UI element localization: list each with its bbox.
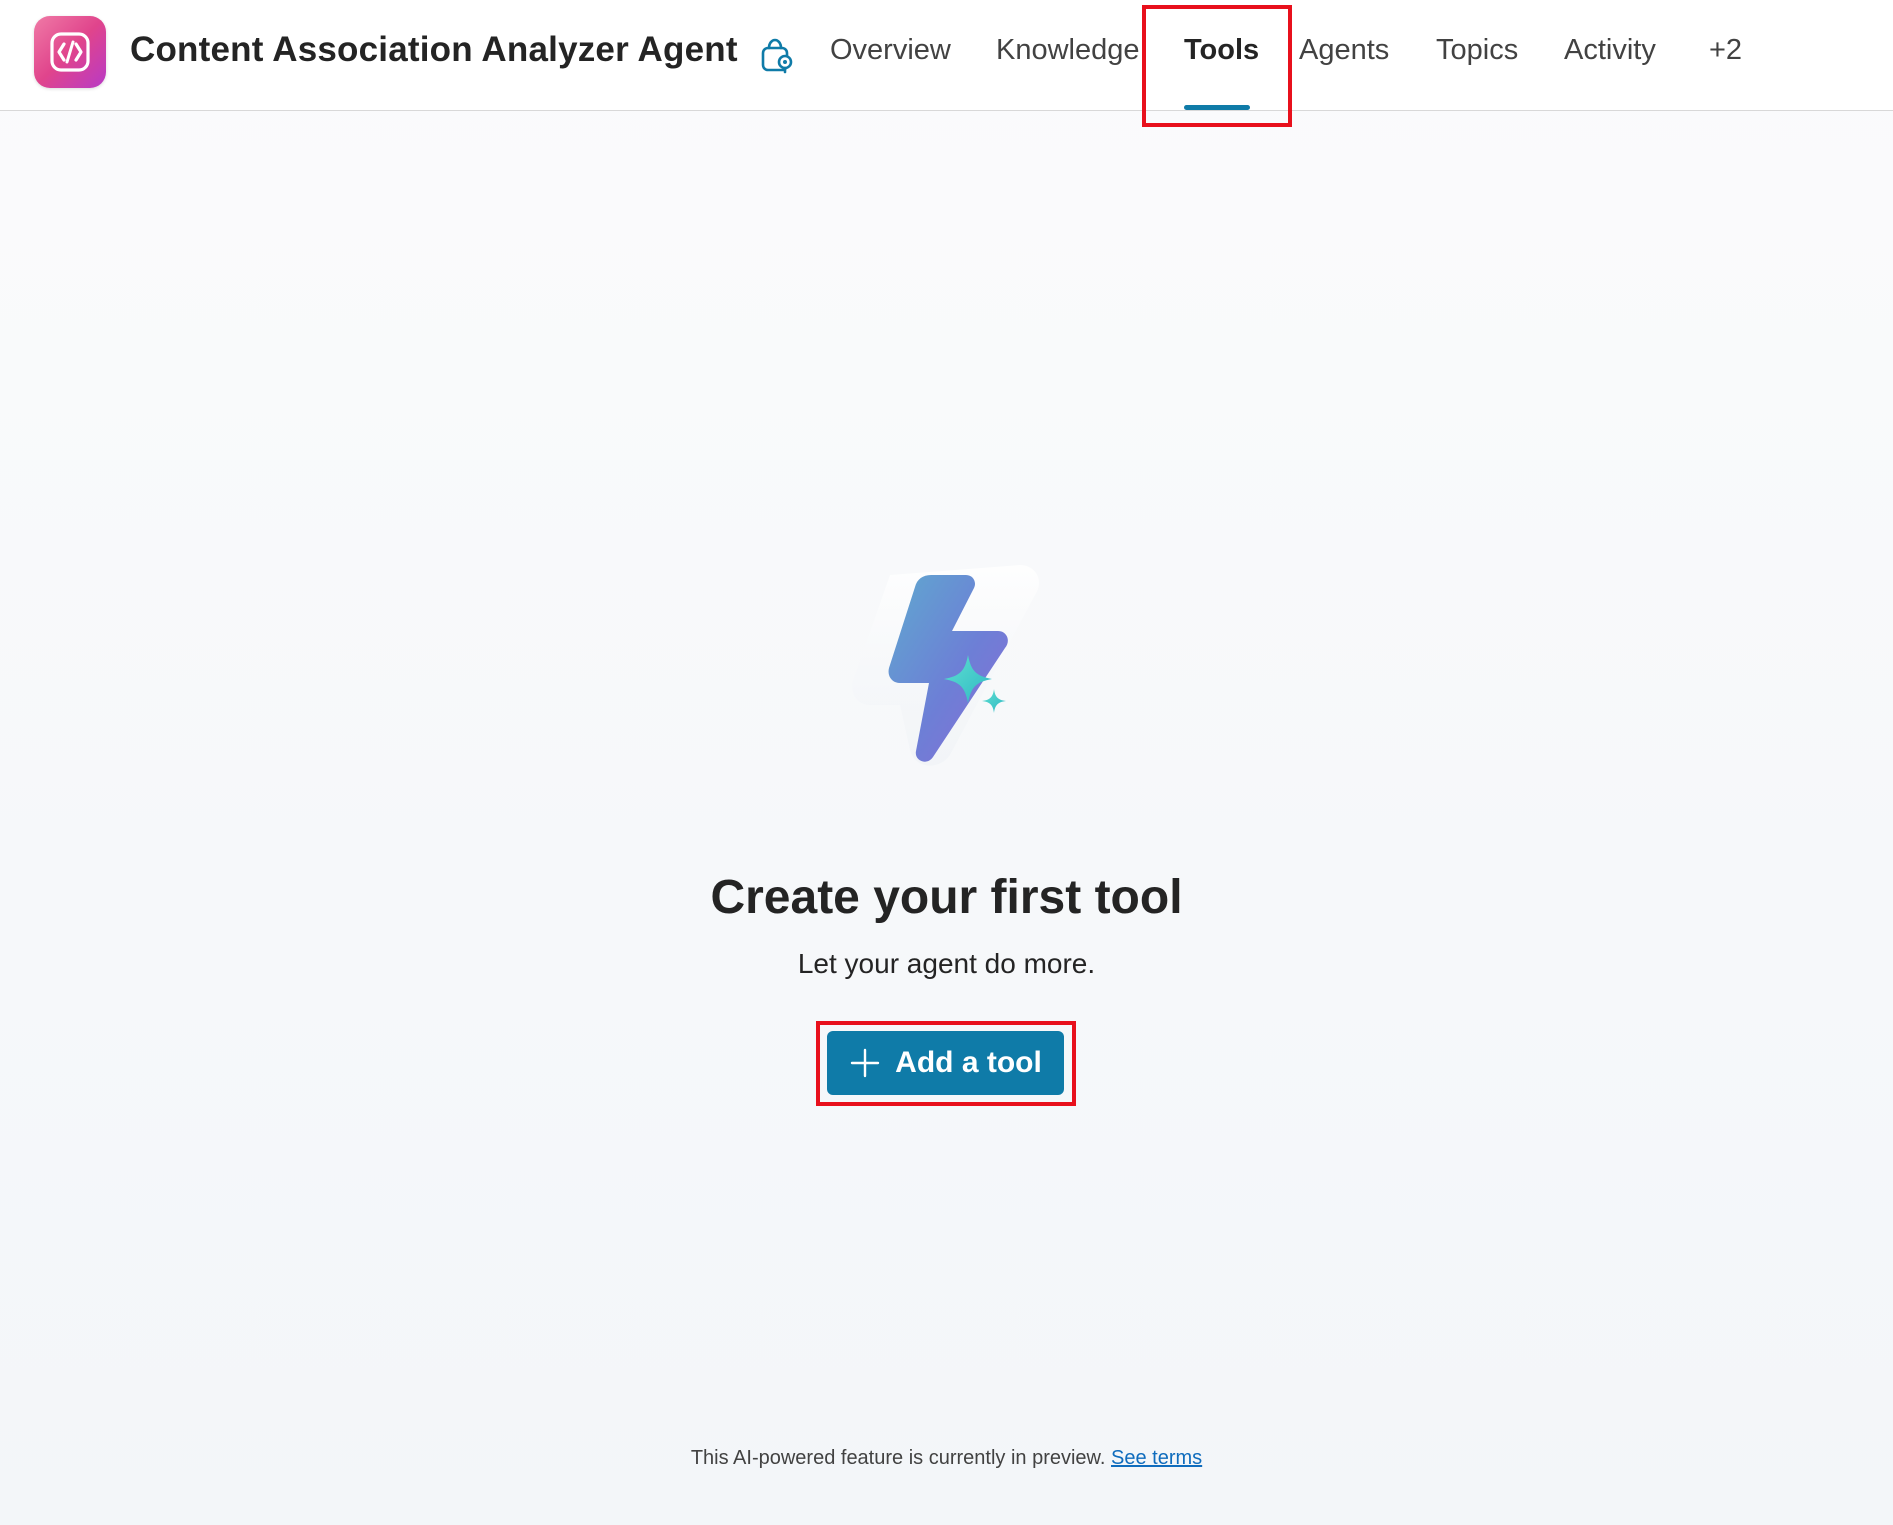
tab-agents[interactable]: Agents [1299,34,1389,67]
see-terms-link[interactable]: See terms [1111,1447,1202,1469]
tab-more[interactable]: +2 [1709,34,1742,67]
agent-app-icon [34,16,106,88]
lightning-sparkle-icon [852,565,1040,766]
tab-knowledge[interactable]: Knowledge [996,34,1140,67]
add-tool-button[interactable]: Add a tool [827,1031,1064,1095]
preview-notice: This AI-powered feature is currently in … [0,1447,1893,1470]
tab-tools[interactable]: Tools [1184,34,1259,67]
bag-settings-icon[interactable] [758,36,796,74]
preview-notice-text: This AI-powered feature is currently in … [690,1447,1106,1469]
tab-activity[interactable]: Activity [1564,34,1656,67]
tab-topics[interactable]: Topics [1436,34,1518,67]
code-brackets-icon [50,32,90,72]
empty-state-subtitle: Let your agent do more. [797,948,1096,979]
agent-title: Content Association Analyzer Agent [130,30,738,69]
tab-overview[interactable]: Overview [830,34,951,67]
top-header: Content Association Analyzer Agent Overv… [0,0,1893,111]
add-tool-button-label: Add a tool [895,1046,1042,1079]
plus-icon [850,1048,880,1078]
active-tab-indicator [1184,105,1250,110]
empty-state-title: Create your first tool [710,871,1183,924]
